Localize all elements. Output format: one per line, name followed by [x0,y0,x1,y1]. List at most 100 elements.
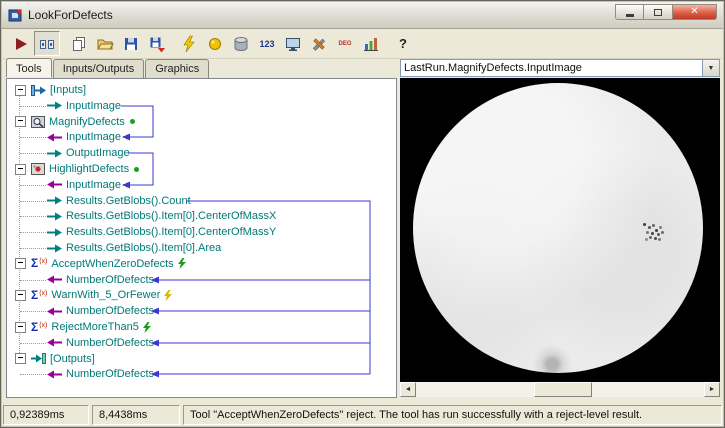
tree-pin-centerofmassy[interactable]: Results.GetBlobs().Item[0].CenterOfMassY [7,224,276,240]
tree-pin-blobs-count[interactable]: Results.GetBlobs().Count [7,193,191,209]
options-button[interactable] [306,31,332,56]
tree-node-acceptwhenzerodefects[interactable]: Σ (x) AcceptWhenZeroDefects [7,256,186,272]
tree-pin-label[interactable]: NumberOfDefects [66,305,154,317]
image-display[interactable] [400,78,720,382]
tree-node-label[interactable]: AcceptWhenZeroDefects [51,258,173,270]
tree-node-warnwith5orfewer[interactable]: Σ (x) WarnWith_5_OrFewer [7,287,173,303]
output-pin-icon [47,212,62,221]
tree-pin-label[interactable]: Results.GetBlobs().Item[0].CenterOfMassX [66,210,276,222]
output-pin-icon [47,196,62,205]
output-pin-icon [47,101,62,110]
input-pin-icon [47,338,62,347]
collapse-icon[interactable] [15,116,26,128]
debug-button[interactable]: DEG [332,31,358,56]
tree-pin-label[interactable]: NumberOfDefects [66,337,154,349]
power-button[interactable] [202,31,228,56]
copy-button[interactable] [66,31,92,56]
tree-node-label[interactable]: MagnifyDefects [49,116,125,128]
display-source-dropdown[interactable]: LastRun.MagnifyDefects.InputImage ▼ [400,59,720,77]
tree-node-label[interactable]: HighlightDefects [49,163,129,175]
tree-node-label[interactable]: RejectMoreThan5 [51,321,138,333]
scroll-left-button[interactable]: ◄ [400,382,416,397]
tree-pin-magnify-inputimage[interactable]: InputImage [7,129,121,145]
tree-pin-reject-numberofdefects[interactable]: NumberOfDefects [7,335,154,351]
reset-button[interactable] [176,31,202,56]
tree-pin-warn-numberofdefects[interactable]: NumberOfDefects [7,303,154,319]
tree-pin-label[interactable]: Results.GetBlobs().Count [66,195,191,207]
tree-node-magnifydefects[interactable]: MagnifyDefects [7,114,135,130]
numeric-ids-button[interactable]: 123 [254,31,280,56]
tree-pin-label[interactable]: NumberOfDefects [66,368,154,380]
tree-pin-inputs-inputimage[interactable]: InputImage [7,98,121,114]
scrollbar-thumb[interactable] [534,382,592,397]
maximize-icon [654,8,662,16]
profile-button[interactable] [358,31,384,56]
tree-node-outputs[interactable]: [Outputs] [7,351,95,367]
tree-pin-outputs-numberofdefects[interactable]: NumberOfDefects [7,366,154,382]
tree-node-rejectmorethan5[interactable]: Σ (x) RejectMoreThan5 [7,319,151,335]
status-bar: 0,92389ms 8,4438ms Tool "AcceptWhenZeroD… [3,403,722,425]
tree-node-inputs[interactable]: [Inputs] [7,82,86,98]
tree-pin-label[interactable]: OutputImage [66,147,130,159]
tree-pin-highlight-inputimage[interactable]: InputImage [7,177,121,193]
tab-inputs-outputs[interactable]: Inputs/Outputs [52,59,145,78]
tab-graphics[interactable]: Graphics [145,59,210,78]
defect-dots [643,223,646,226]
collapse-icon[interactable] [15,163,26,175]
collapse-icon[interactable] [15,289,26,301]
tree-pin-label[interactable]: Results.GetBlobs().Item[0].Area [66,242,221,254]
tool-tree-panel: [Inputs] InputImage MagnifyDefects Input… [6,78,397,398]
tab-tools[interactable]: Tools [6,58,52,77]
status-reject-lightning-icon [142,321,151,333]
scrollbar-track[interactable] [416,382,704,397]
tree-pin-label[interactable]: NumberOfDefects [66,274,154,286]
yellow-ball-icon [209,37,221,50]
open-button[interactable] [92,31,118,56]
chevron-down-icon[interactable]: ▼ [702,60,719,76]
image-horizontal-scrollbar[interactable]: ◄ ► [400,382,720,397]
tree-pin-label[interactable]: InputImage [66,179,121,191]
tree-pin-label[interactable]: InputImage [66,131,121,143]
scroll-right-button[interactable]: ► [704,382,720,397]
close-button[interactable]: ✕ [673,4,717,20]
magnify-tool-icon [31,115,45,128]
tree-pin-magnify-outputimage[interactable]: OutputImage [7,145,130,161]
output-pin-icon [47,244,62,253]
collapse-icon[interactable] [15,321,26,333]
minimize-button[interactable] [615,4,644,20]
run-triangle-icon [16,37,27,50]
run-button[interactable] [8,31,34,56]
tree-pin-label[interactable]: Results.GetBlobs().Item[0].CenterOfMassY [66,226,276,238]
maximize-button[interactable] [644,4,673,20]
tools-icon [312,37,326,51]
collapse-icon[interactable] [15,84,26,96]
run-mode-toggle[interactable] [34,31,60,56]
output-pin-icon [47,228,62,237]
inputs-block-icon [31,84,46,96]
chart-icon [364,37,378,51]
title-bar[interactable]: LookForDefects ✕ [2,2,723,29]
tree-pin-centerofmassx[interactable]: Results.GetBlobs().Item[0].CenterOfMassX [7,208,276,224]
display-button[interactable] [280,31,306,56]
tree-pin-area[interactable]: Results.GetBlobs().Item[0].Area [7,240,221,256]
input-pin-icon [47,180,62,189]
input-pin-icon [47,307,62,316]
save-button[interactable] [118,31,144,56]
collapse-icon[interactable] [15,258,26,270]
sigma-tool-icon: Σ (x) [31,287,48,302]
lightning-icon [183,35,195,52]
collapse-icon[interactable] [15,353,26,365]
save-floppy-icon [125,37,137,50]
status-time-1: 0,92389ms [3,405,89,425]
help-button[interactable]: ? [390,31,416,56]
tree-node-label[interactable]: [Inputs] [50,84,86,96]
tree-pin-accept-numberofdefects[interactable]: NumberOfDefects [7,272,154,288]
tree-node-label[interactable]: [Outputs] [50,353,95,365]
database-button[interactable] [228,31,254,56]
tree-node-highlightdefects[interactable]: HighlightDefects [7,161,140,177]
tree-node-label[interactable]: WarnWith_5_OrFewer [51,289,160,301]
save-export-button[interactable] [144,31,170,56]
input-pin-icon [47,133,62,142]
open-folder-icon [97,39,114,49]
tree-pin-label[interactable]: InputImage [66,100,121,112]
